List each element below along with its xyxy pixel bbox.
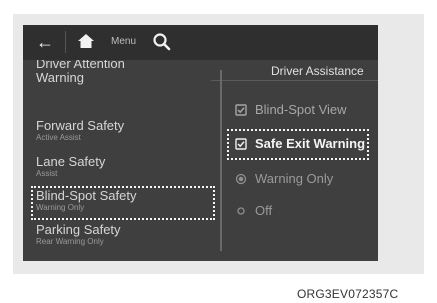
menu-item-label: Driver Attention Warning [36, 60, 125, 85]
panel-header: Driver Assistance [211, 63, 378, 81]
option-off[interactable]: Off [232, 201, 372, 221]
highlight-box-safe-exit-warning [227, 129, 369, 160]
option-label: Off [255, 203, 273, 218]
option-label: Warning Only [255, 171, 334, 186]
highlight-box-blind-spot-safety [31, 186, 215, 220]
arrow-left-icon: ← [36, 32, 54, 52]
search-icon [153, 33, 171, 51]
radio-selected-icon [235, 173, 247, 185]
radio-unselected-icon [237, 207, 245, 215]
menu-item-label: Lane Safety [36, 154, 106, 169]
settings-menu-list: Driver Attention Warning Forward Safety … [23, 60, 218, 261]
top-bar: ← Menu [23, 25, 378, 60]
checkbox-checked-icon [235, 104, 247, 116]
menu-item-driver-attention[interactable]: Driver Attention Warning [36, 60, 146, 85]
option-warning-only[interactable]: Warning Only [232, 169, 372, 189]
figure-code: ORG3EV072357C [297, 287, 399, 301]
infotainment-screen: ← Menu Driver Assistance Driver Attentio… [23, 25, 378, 261]
menu-item-lane-safety[interactable]: Lane Safety Assist [36, 154, 106, 179]
toolbar-divider [65, 31, 66, 53]
home-icon [78, 34, 94, 48]
menu-item-label: Parking Safety [36, 222, 121, 237]
page-title: Driver Assistance [271, 64, 364, 78]
menu-item-label: Forward Safety [36, 118, 125, 133]
menu-label[interactable]: Menu [111, 36, 136, 47]
option-blind-spot-view[interactable]: Blind-Spot View [232, 100, 372, 120]
menu-item-parking-safety[interactable]: Parking Safety Rear Warning Only [36, 222, 121, 247]
search-button[interactable] [151, 31, 173, 53]
back-button[interactable]: ← [31, 30, 59, 54]
home-button[interactable] [73, 30, 101, 54]
menu-item-sublabel: Rear Warning Only [36, 237, 104, 246]
option-label: Blind-Spot View [255, 102, 347, 117]
menu-item-sublabel: Active Assist [36, 133, 81, 142]
panel-divider [220, 70, 222, 251]
menu-item-forward-safety[interactable]: Forward Safety Active Assist [36, 118, 125, 143]
menu-item-sublabel: Assist [36, 169, 58, 178]
